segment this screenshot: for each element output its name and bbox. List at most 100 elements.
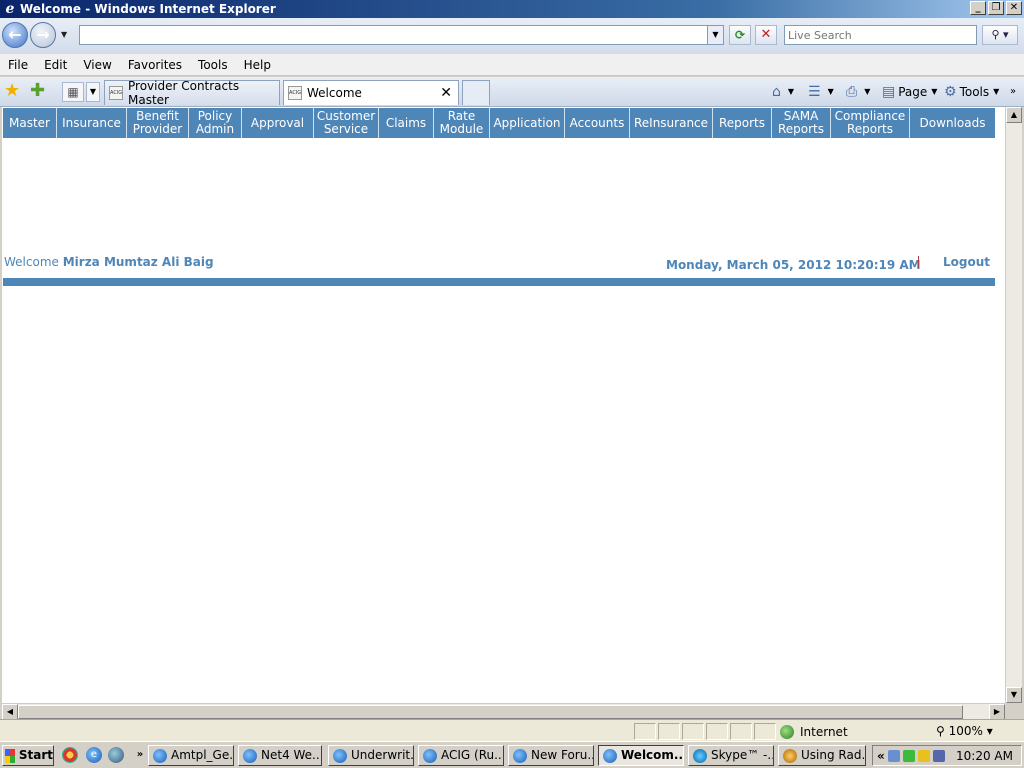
close-button[interactable]: ✕ xyxy=(1006,1,1022,15)
status-segment xyxy=(730,723,752,740)
taskbar-clock: 10:20 AM xyxy=(956,748,1013,763)
ie-quicklaunch-icon[interactable]: e xyxy=(86,747,102,763)
title-bar: e Welcome - Windows Internet Explorer _ … xyxy=(0,0,1024,18)
quicklaunch-overflow-icon[interactable]: » xyxy=(132,747,148,763)
print-button[interactable]: ⎙ ▼ xyxy=(846,82,870,102)
windows-logo-icon xyxy=(5,748,15,763)
overflow-chevron-icon[interactable]: » xyxy=(1010,82,1016,102)
nav-insurance[interactable]: Insurance xyxy=(57,108,127,138)
scroll-left-icon[interactable]: ◀ xyxy=(2,704,18,720)
tray-expand-icon[interactable]: « xyxy=(877,749,885,763)
add-favorite-icon[interactable]: ✚ xyxy=(30,82,48,100)
nav-rate-module[interactable]: Rate Module xyxy=(434,108,490,138)
feeds-button[interactable]: ☰ ▼ xyxy=(808,82,834,102)
tab-list-dropdown-icon[interactable]: ▼ xyxy=(86,82,100,102)
page-menu-button[interactable]: ▤ Page ▼ xyxy=(882,82,937,102)
nav-claims[interactable]: Claims xyxy=(379,108,434,138)
taskbar-item[interactable]: ACIG (Ru... xyxy=(418,745,504,766)
tab-close-icon[interactable]: ✕ xyxy=(440,85,452,101)
address-input[interactable]: ▼ xyxy=(79,25,724,45)
search-input[interactable] xyxy=(784,25,977,45)
window-title: Welcome - Windows Internet Explorer xyxy=(20,2,276,16)
current-date: Monday, March 05, 2012 xyxy=(666,258,832,272)
horizontal-scroll-thumb[interactable] xyxy=(18,705,963,719)
taskbar-item[interactable]: Using Rad... xyxy=(778,745,866,766)
taskbar-item[interactable]: Amtpl_Ge... xyxy=(148,745,234,766)
windows-taskbar: Start e » Amtpl_Ge... Net4 We... Underwr… xyxy=(0,741,1024,768)
taskbar-item[interactable]: New Foru... xyxy=(508,745,594,766)
tab-label: Welcome xyxy=(307,86,362,100)
menu-file[interactable]: File xyxy=(0,58,36,72)
home-button[interactable]: ⌂ ▼ xyxy=(772,82,794,102)
nav-master[interactable]: Master xyxy=(3,108,57,138)
forward-button[interactable]: → xyxy=(30,22,56,48)
tools-menu-button[interactable]: ⚙ Tools ▼ xyxy=(944,82,999,102)
print-icon: ⎙ xyxy=(846,84,858,100)
new-tab-button[interactable] xyxy=(462,80,490,105)
search-button[interactable]: ⚲ ▾ xyxy=(982,25,1018,45)
scroll-up-icon[interactable]: ▲ xyxy=(1006,107,1022,123)
logout-link[interactable]: Logout xyxy=(943,255,990,269)
zoom-level[interactable]: ⚲ 100% ▾ xyxy=(936,723,993,739)
security-shield-icon[interactable] xyxy=(917,749,930,762)
restore-button[interactable]: ❐ xyxy=(988,1,1004,15)
app-main-nav: Master Insurance Benefit Provider Policy… xyxy=(3,108,995,138)
address-dropdown-icon[interactable]: ▼ xyxy=(707,26,723,44)
window-controls: _ ❐ ✕ xyxy=(970,1,1022,15)
menu-edit[interactable]: Edit xyxy=(36,58,75,72)
recent-pages-dropdown-icon[interactable]: ▼ xyxy=(61,30,67,39)
current-time: 10:20:19 AM xyxy=(835,258,921,272)
page-icon: ▤ xyxy=(882,84,896,100)
nav-reinsurance[interactable]: ReInsurance xyxy=(630,108,713,138)
taskbar-item[interactable]: Skype™ -... xyxy=(688,745,774,766)
nav-policy-admin[interactable]: Policy Admin xyxy=(189,108,242,138)
shield-check-icon[interactable] xyxy=(902,749,915,762)
show-desktop-icon[interactable] xyxy=(108,747,124,763)
back-button[interactable]: ← xyxy=(2,22,28,48)
favorites-star-icon[interactable]: ★ xyxy=(4,82,22,100)
gear-icon: ⚙ xyxy=(944,84,957,100)
menu-tools[interactable]: Tools xyxy=(190,58,236,72)
quick-tabs-icon[interactable]: ▦ xyxy=(62,82,84,102)
taskbar-item[interactable]: Net4 We... xyxy=(238,745,322,766)
network-icon[interactable] xyxy=(887,749,900,762)
nav-reports[interactable]: Reports xyxy=(713,108,772,138)
nav-approval[interactable]: Approval xyxy=(242,108,314,138)
tab-label: Provider Contracts Master xyxy=(128,79,240,107)
display-icon[interactable] xyxy=(932,749,945,762)
start-button[interactable]: Start xyxy=(2,745,54,766)
tab-provider-contracts[interactable]: ACIG Provider Contracts Master xyxy=(104,79,280,107)
refresh-button[interactable]: ⟳ xyxy=(729,25,751,45)
status-segment xyxy=(706,723,728,740)
nav-compliance-reports[interactable]: Compliance Reports xyxy=(831,108,910,138)
chrome-icon[interactable] xyxy=(62,747,78,763)
scroll-down-icon[interactable]: ▼ xyxy=(1006,687,1022,703)
header-divider-bar xyxy=(3,278,995,286)
nav-customer-service[interactable]: Customer Service xyxy=(314,108,379,138)
nav-accounts[interactable]: Accounts xyxy=(565,108,630,138)
menu-favorites[interactable]: Favorites xyxy=(120,58,190,72)
nav-downloads[interactable]: Downloads xyxy=(910,108,995,138)
menu-help[interactable]: Help xyxy=(236,58,279,72)
nav-application[interactable]: Application xyxy=(490,108,565,138)
taskbar-item[interactable]: Underwrit... xyxy=(328,745,414,766)
vertical-scrollbar[interactable]: ▲ ▼ xyxy=(1005,107,1022,703)
home-icon: ⌂ xyxy=(772,84,781,100)
security-zone: Internet xyxy=(780,723,848,740)
minimize-button[interactable]: _ xyxy=(970,1,986,15)
horizontal-scrollbar[interactable]: ◀ ▶ xyxy=(2,703,1005,720)
status-segment xyxy=(682,723,704,740)
menu-view[interactable]: View xyxy=(75,58,119,72)
page-content: Master Insurance Benefit Provider Policy… xyxy=(2,107,1005,703)
nav-sama-reports[interactable]: SAMA Reports xyxy=(772,108,831,138)
nav-benefit-provider[interactable]: Benefit Provider xyxy=(127,108,189,138)
ie-logo-icon: e xyxy=(5,1,15,17)
tab-welcome[interactable]: ACIG Welcome ✕ xyxy=(283,80,459,105)
taskbar-item-active[interactable]: Welcom... xyxy=(598,745,684,766)
stop-button[interactable]: ✕ xyxy=(755,25,777,45)
tab-bar: ★ ✚ ▦ ▼ ACIG Provider Contracts Master A… xyxy=(0,77,1024,107)
welcome-message: Welcome Mirza Mumtaz Ali Baig xyxy=(4,255,214,269)
acig-favicon-icon: ACIG xyxy=(288,86,302,100)
scroll-right-icon[interactable]: ▶ xyxy=(989,704,1005,720)
header-separator xyxy=(918,256,919,268)
